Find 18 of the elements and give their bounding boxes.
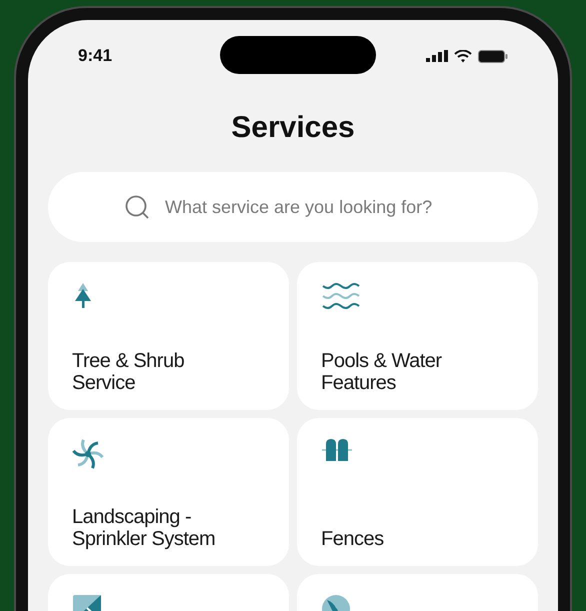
service-title: Pools & Water Features — [321, 350, 443, 394]
wifi-icon — [454, 50, 472, 62]
service-title: Landscaping - Sprinkler System — [72, 506, 216, 550]
signal-icon — [426, 50, 448, 62]
service-title: Fences — [321, 528, 385, 550]
service-card[interactable]: Fences — [297, 418, 538, 566]
service-card[interactable]: Tree & Shrub Service — [48, 262, 289, 410]
search-field[interactable]: What service are you looking for? — [48, 172, 538, 242]
waves-icon — [321, 282, 361, 312]
service-card[interactable]: Landscaping - Sprinkler System — [48, 418, 289, 566]
swirl-icon — [72, 438, 104, 470]
search-icon — [124, 194, 150, 220]
fence-icon — [321, 438, 353, 462]
status-time: 9:41 — [78, 45, 112, 68]
service-card[interactable]: Pools & Water Features — [297, 262, 538, 410]
service-title: Tree & Shrub Service — [72, 350, 186, 394]
page-title: Services — [230, 110, 356, 146]
battery-icon — [478, 50, 508, 62]
